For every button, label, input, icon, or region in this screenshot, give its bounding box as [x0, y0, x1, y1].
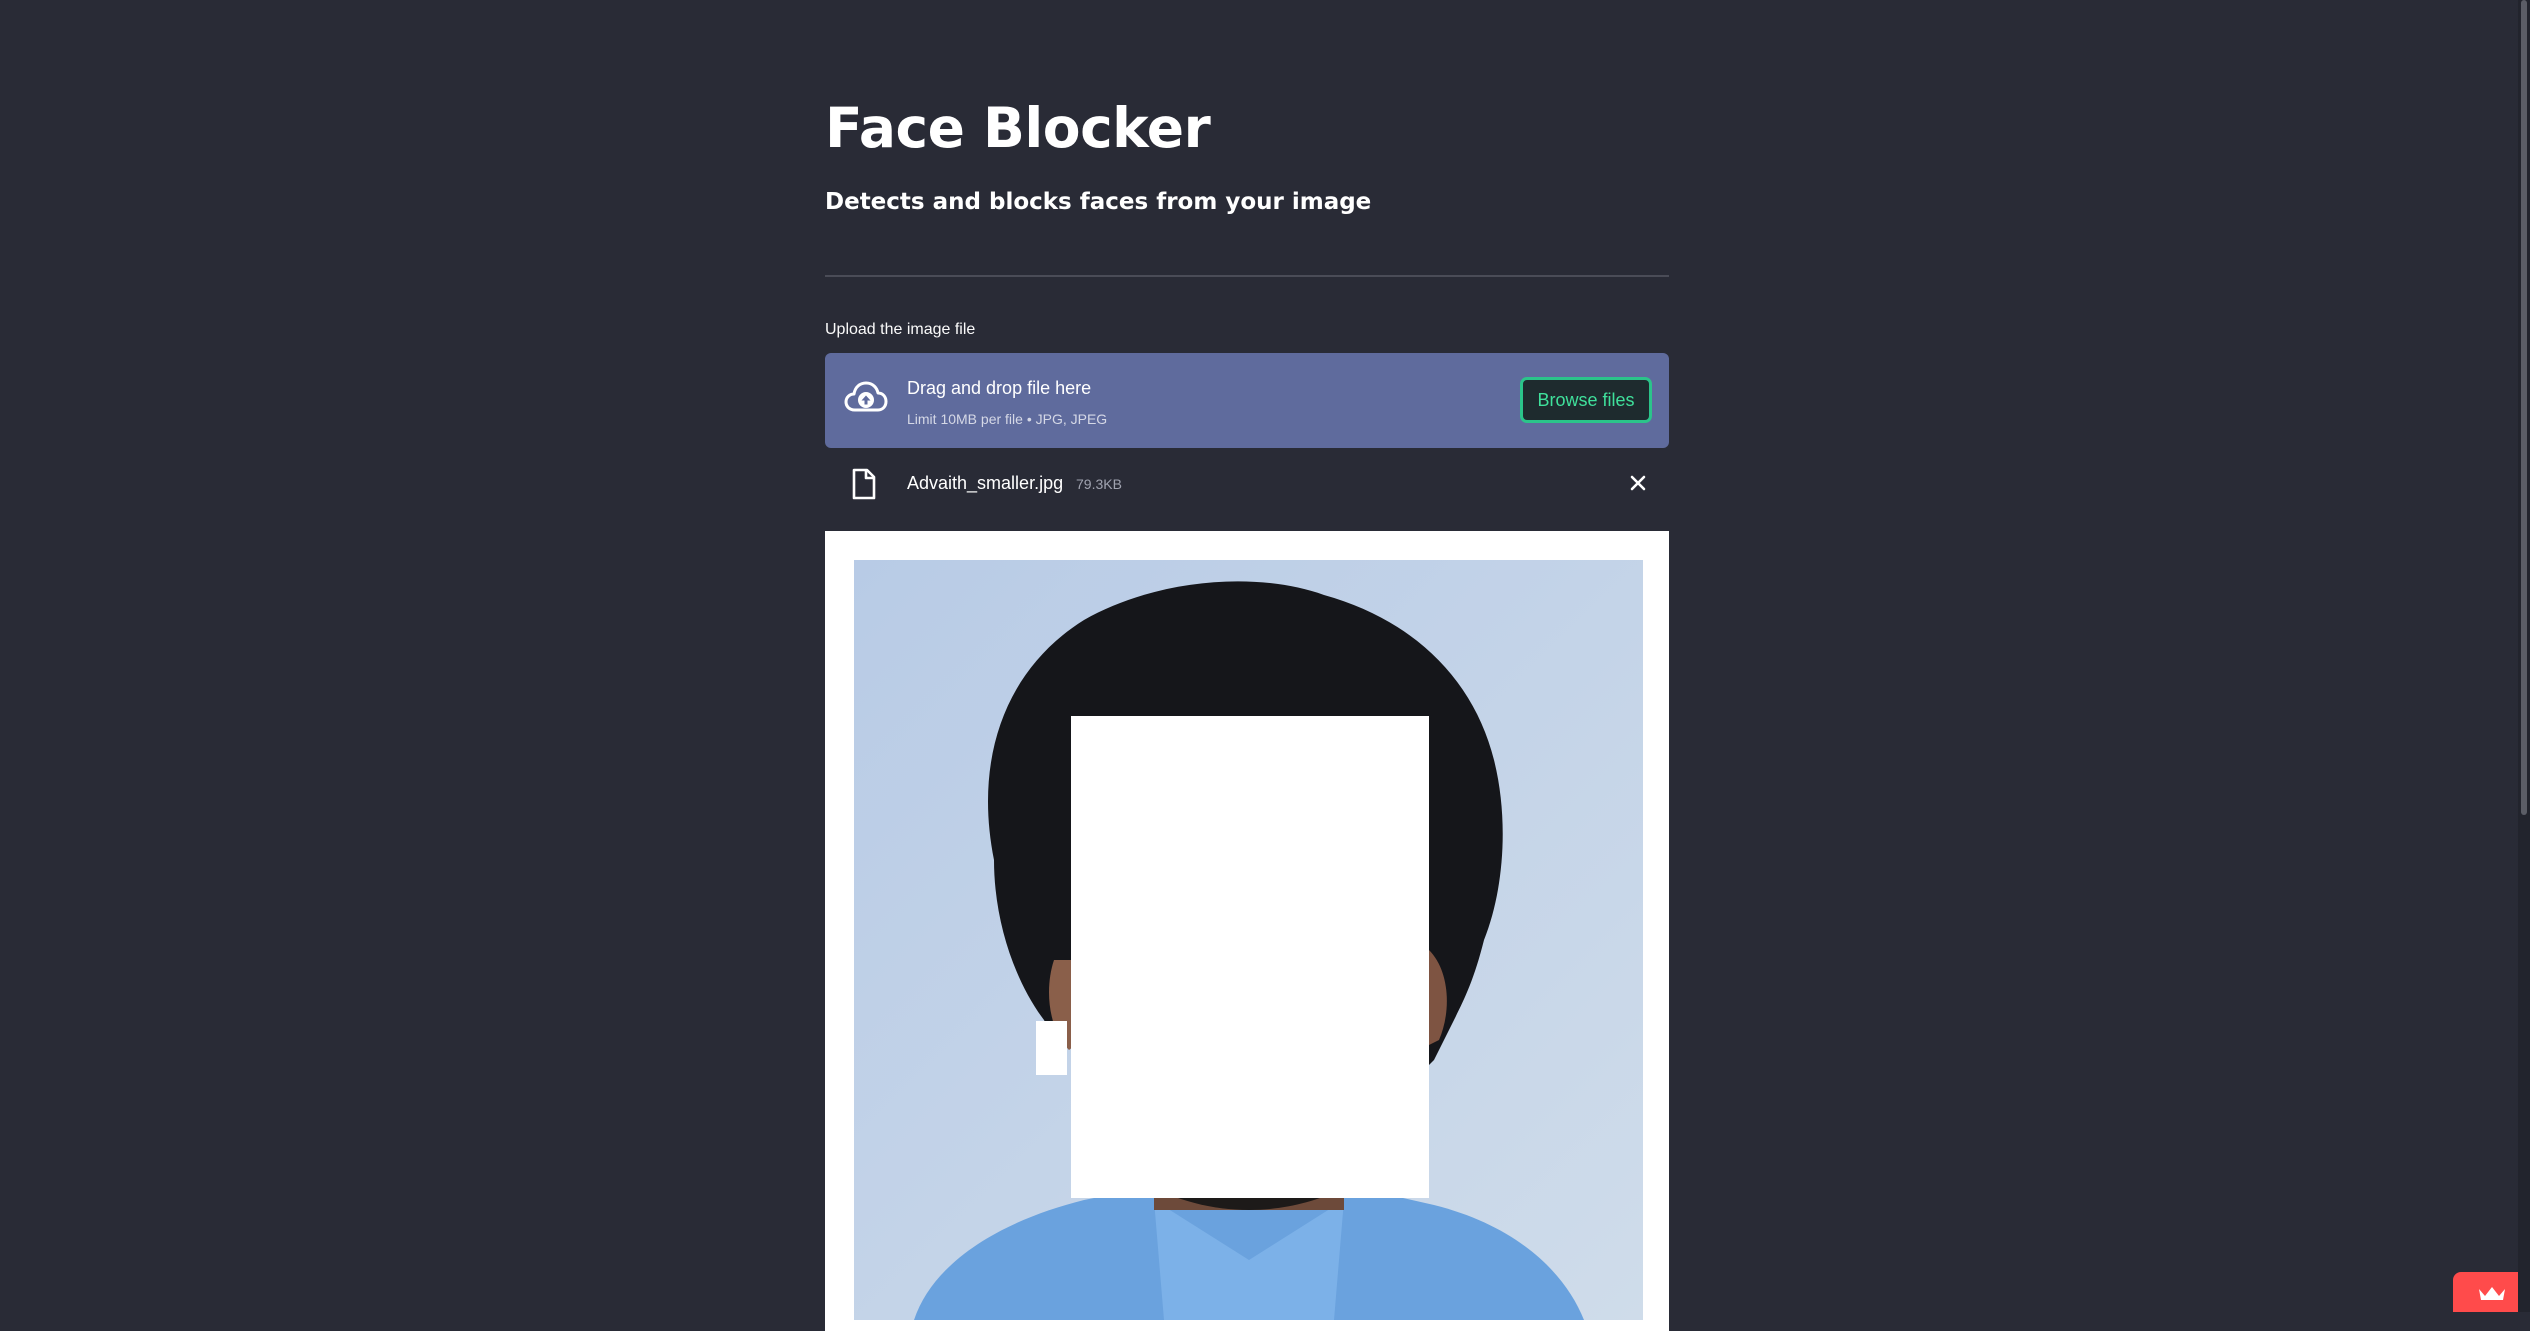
dropzone-limit-text: Limit 10MB per file • JPG, JPEG — [907, 411, 1108, 427]
dropzone-instructions: Drag and drop file here — [907, 378, 1092, 398]
file-dropzone[interactable]: Drag and drop file here Limit 10MB per f… — [825, 353, 1669, 448]
result-image-card — [825, 531, 1669, 1331]
crown-icon — [2479, 1287, 2505, 1300]
divider — [825, 275, 1669, 277]
page-scrollbar[interactable] — [2518, 0, 2530, 1312]
uploaded-file-name: Advaith_smaller.jpg — [907, 473, 1064, 493]
scrollbar-thumb[interactable] — [2521, 0, 2527, 815]
uploaded-file-item: Advaith_smaller.jpg 79.3KB — [825, 460, 1669, 508]
close-icon[interactable] — [1626, 471, 1650, 495]
uploaded-file-size: 79.3KB — [1076, 476, 1122, 492]
file-icon — [851, 468, 877, 500]
page-subtitle: Detects and blocks faces from your image — [825, 189, 1372, 215]
browse-files-button[interactable]: Browse files — [1520, 377, 1652, 423]
uploader-label: Upload the image file — [825, 321, 976, 338]
page-title: Face Blocker — [825, 96, 1211, 160]
blocked-face-image — [854, 560, 1643, 1320]
cloud-upload-icon — [844, 377, 888, 423]
